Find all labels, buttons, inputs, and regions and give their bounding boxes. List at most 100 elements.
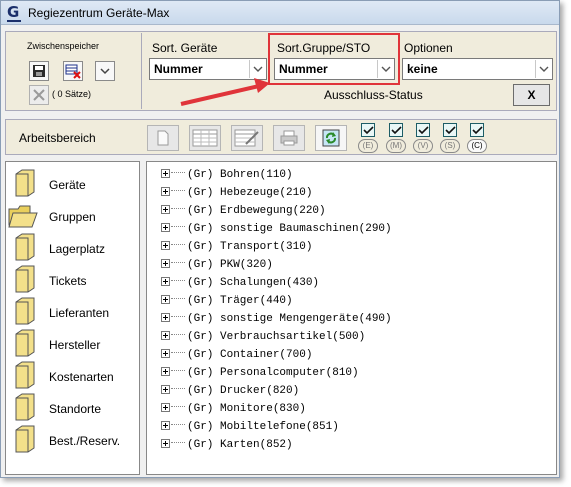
record-count: ( 0 Sätze) xyxy=(52,89,92,99)
filter-s-label: (S) xyxy=(440,139,460,153)
tree-item[interactable]: (Gr) Verbrauchsartikel(500) xyxy=(161,329,365,346)
checkbox-checked-icon xyxy=(416,123,430,137)
expand-icon[interactable] xyxy=(161,421,170,430)
folder-icon xyxy=(15,297,35,325)
new-document-button[interactable] xyxy=(147,125,179,151)
title-bar[interactable]: G Regiezentrum Geräte-Max xyxy=(1,1,559,25)
tree-item[interactable]: (Gr) PKW(320) xyxy=(161,257,273,274)
sidebar-item-label: Hersteller xyxy=(49,338,101,352)
filter-e-toggle[interactable]: (E) xyxy=(357,123,379,153)
filter-s-toggle[interactable]: (S) xyxy=(439,123,461,153)
filter-c-label: (C) xyxy=(467,139,487,153)
folder-icon xyxy=(15,425,35,453)
sidebar-item-lagerplatz[interactable]: Lagerplatz xyxy=(14,233,136,263)
optionen-label: Optionen xyxy=(404,41,453,55)
group-tree: (Gr) Bohren(110) (Gr) Hebezeuge(210) (Gr… xyxy=(146,161,557,475)
expand-icon[interactable] xyxy=(161,385,170,394)
tree-item[interactable]: (Gr) Karten(852) xyxy=(161,437,293,454)
filter-e-label: (E) xyxy=(358,139,378,153)
folder-icon xyxy=(15,265,35,293)
zwischenspeicher-label: Zwischenspeicher xyxy=(27,41,100,51)
zwischenspeicher-panel: Zwischenspeicher ( 0 Sätze) xyxy=(7,33,142,109)
expand-icon[interactable] xyxy=(161,169,170,178)
tree-item[interactable]: (Gr) Bohren(110) xyxy=(161,167,293,184)
tree-item[interactable]: (Gr) Erdbewegung(220) xyxy=(161,203,326,220)
chevron-down-icon[interactable] xyxy=(249,60,265,78)
arbeitsbereich-label: Arbeitsbereich xyxy=(19,131,96,145)
tree-item[interactable]: (Gr) Hebezeuge(210) xyxy=(161,185,312,202)
expand-icon[interactable] xyxy=(161,439,170,448)
expand-icon[interactable] xyxy=(161,277,170,286)
tree-item[interactable]: (Gr) Transport(310) xyxy=(161,239,312,256)
sidebar-item-hersteller[interactable]: Hersteller xyxy=(14,329,136,359)
table-view-button[interactable] xyxy=(189,125,221,151)
checkbox-checked-icon xyxy=(389,123,403,137)
tree-item[interactable]: (Gr) sonstige Mengengeräte(490) xyxy=(161,311,392,328)
ausschluss-status-label: Ausschluss-Status xyxy=(324,88,423,102)
edit-table-button[interactable] xyxy=(231,125,263,151)
checkbox-checked-icon xyxy=(443,123,457,137)
expand-icon[interactable] xyxy=(161,403,170,412)
sidebar-item-standorte[interactable]: Standorte xyxy=(14,393,136,423)
sidebar-item-kostenarten[interactable]: Kostenarten xyxy=(14,361,136,391)
edit-table-icon xyxy=(234,129,259,147)
folder-icon xyxy=(15,361,35,389)
expand-icon[interactable] xyxy=(161,187,170,196)
zwischenspeicher-menu-button[interactable] xyxy=(95,61,115,81)
chevron-down-icon[interactable] xyxy=(535,60,551,78)
tree-item[interactable]: (Gr) Drucker(820) xyxy=(161,383,299,400)
expand-icon[interactable] xyxy=(161,349,170,358)
filter-v-label: (V) xyxy=(413,139,433,153)
expand-icon[interactable] xyxy=(161,331,170,340)
tree-item[interactable]: (Gr) Träger(440) xyxy=(161,293,293,310)
sidebar-item-lieferanten[interactable]: Lieferanten xyxy=(14,297,136,327)
arbeitsbereich-bar: Arbeitsbereich (E) (M) (V) (S) (C) xyxy=(5,119,557,155)
sort-geraete-select[interactable]: Nummer xyxy=(149,58,267,80)
save-icon xyxy=(33,65,45,77)
optionen-select[interactable]: keine xyxy=(402,58,553,80)
sidebar-item-best-reserv[interactable]: Best./Reserv. xyxy=(14,425,136,455)
expand-icon[interactable] xyxy=(161,223,170,232)
filter-c-toggle[interactable]: (C) xyxy=(466,123,488,153)
app-logo-icon: G xyxy=(7,4,23,22)
highlight-box xyxy=(268,33,400,85)
sort-geraete-value: Nummer xyxy=(154,62,203,76)
delete-records-icon xyxy=(65,64,81,79)
expand-icon[interactable] xyxy=(161,295,170,304)
tree-item[interactable]: (Gr) sonstige Baumaschinen(290) xyxy=(161,221,392,238)
folder-icon xyxy=(15,169,35,197)
refresh-icon xyxy=(322,129,340,147)
expand-icon[interactable] xyxy=(161,205,170,214)
checkbox-checked-icon xyxy=(470,123,484,137)
optionen-value: keine xyxy=(407,62,438,76)
tree-item[interactable]: (Gr) Personalcomputer(810) xyxy=(161,365,359,382)
filter-m-label: (M) xyxy=(386,139,406,153)
save-button[interactable] xyxy=(29,61,49,81)
tree-item[interactable]: (Gr) Schalungen(430) xyxy=(161,275,319,292)
sidebar-item-label: Geräte xyxy=(49,178,86,192)
print-button[interactable] xyxy=(273,125,305,151)
expand-icon[interactable] xyxy=(161,313,170,322)
checkbox-checked-icon xyxy=(361,123,375,137)
sidebar-item-geraete[interactable]: Geräte xyxy=(14,169,136,199)
filter-v-toggle[interactable]: (V) xyxy=(412,123,434,153)
tree-item[interactable]: (Gr) Container(700) xyxy=(161,347,312,364)
tree-item[interactable]: (Gr) Monitore(830) xyxy=(161,401,306,418)
sidebar-item-label: Standorte xyxy=(49,402,102,416)
expand-icon[interactable] xyxy=(161,259,170,268)
filter-m-toggle[interactable]: (M) xyxy=(385,123,407,153)
sort-geraete-label: Sort. Geräte xyxy=(152,41,218,55)
expand-icon[interactable] xyxy=(161,367,170,376)
sidebar-item-label: Best./Reserv. xyxy=(49,434,121,448)
clear-button[interactable] xyxy=(29,85,49,105)
ausschluss-status-button[interactable]: X xyxy=(513,84,550,106)
sidebar-item-tickets[interactable]: Tickets xyxy=(14,265,136,295)
tree-item[interactable]: (Gr) Mobiltelefone(851) xyxy=(161,419,339,436)
expand-icon[interactable] xyxy=(161,241,170,250)
folder-icon xyxy=(15,329,35,357)
refresh-button[interactable] xyxy=(315,125,347,151)
sidebar-item-gruppen[interactable]: Gruppen xyxy=(8,201,136,231)
sidebar-item-label: Lagerplatz xyxy=(49,242,106,256)
delete-records-button[interactable] xyxy=(63,61,83,81)
sidebar: Geräte Gruppen Lagerplatz Tickets Liefer… xyxy=(5,161,140,475)
